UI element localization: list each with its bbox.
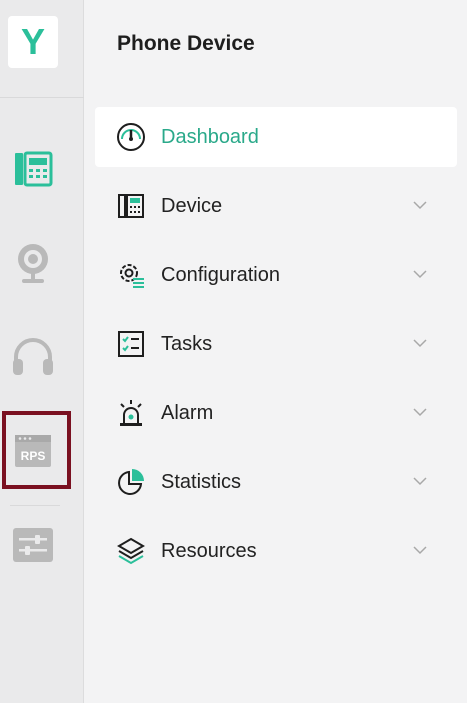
menu-item-dashboard[interactable]: Dashboard	[95, 107, 457, 167]
menu-item-device[interactable]: Device	[95, 176, 457, 236]
nav-panel: Phone Device Dashboard Device Configurat…	[85, 0, 467, 703]
chevron-down-icon	[413, 270, 427, 279]
chevron-down-icon	[413, 546, 427, 555]
menu-label: Alarm	[161, 401, 214, 424]
configuration-gear-icon	[115, 259, 147, 291]
chevron-down-icon	[413, 201, 427, 210]
icon-rail: Y RPS	[0, 0, 84, 703]
menu-item-alarm[interactable]: Alarm	[95, 383, 457, 443]
menu-item-configuration[interactable]: Configuration	[95, 245, 457, 305]
rail-divider	[10, 505, 60, 506]
webcam-icon[interactable]	[10, 240, 56, 286]
settings-sliders-icon[interactable]	[10, 522, 56, 568]
tasks-checklist-icon	[115, 328, 147, 360]
menu-label: Dashboard	[161, 125, 259, 148]
alarm-icon	[115, 397, 147, 429]
menu-label: Configuration	[161, 263, 280, 286]
menu-item-tasks[interactable]: Tasks	[95, 314, 457, 374]
chevron-down-icon	[413, 339, 427, 348]
rail-divider	[0, 97, 84, 98]
rps-icon[interactable]: RPS	[10, 428, 56, 474]
menu-label: Statistics	[161, 470, 242, 493]
menu-label: Tasks	[161, 332, 213, 355]
panel-title: Phone Device	[117, 32, 255, 55]
phone-device-icon[interactable]	[10, 146, 56, 192]
statistics-pie-icon	[115, 466, 147, 498]
menu-label: Device	[161, 194, 223, 217]
chevron-down-icon	[413, 408, 427, 417]
menu-label: Resources	[161, 539, 257, 562]
app-logo[interactable]: Y	[8, 16, 58, 68]
menu-item-resources[interactable]: Resources	[95, 521, 457, 581]
headset-icon[interactable]	[10, 334, 56, 380]
chevron-down-icon	[413, 477, 427, 486]
svg-text:RPS: RPS	[21, 449, 46, 463]
resources-layers-icon	[115, 535, 147, 567]
dashboard-gauge-icon	[115, 121, 147, 153]
device-icon	[115, 190, 147, 222]
menu-item-statistics[interactable]: Statistics	[95, 452, 457, 512]
